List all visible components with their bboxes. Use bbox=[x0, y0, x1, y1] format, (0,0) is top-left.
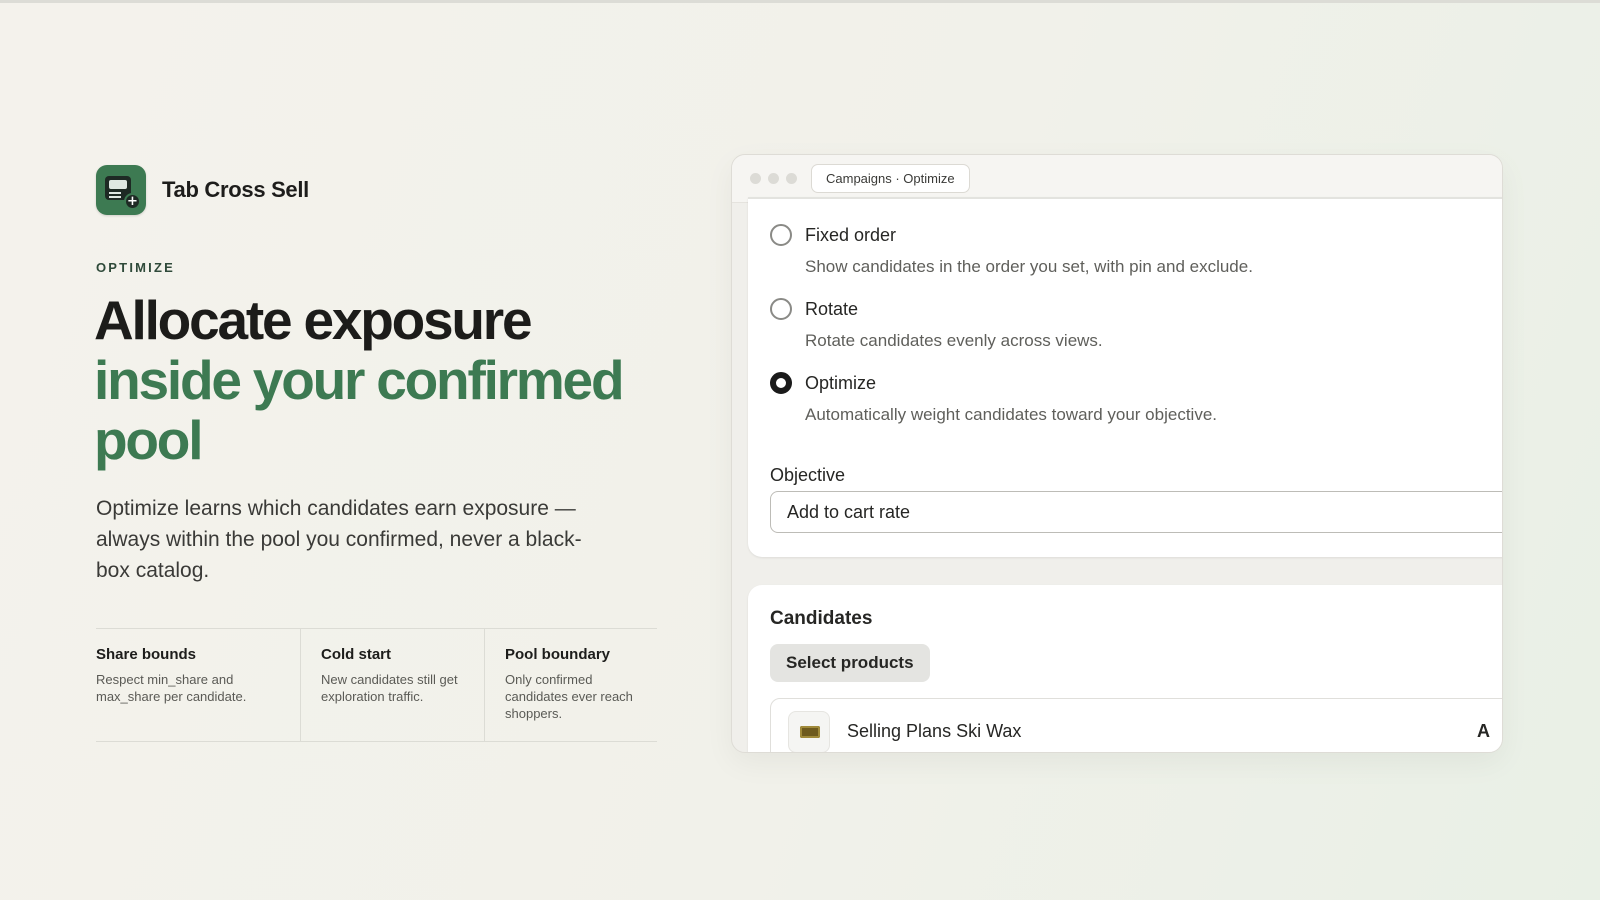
top-border bbox=[0, 0, 1600, 3]
product-thumbnail bbox=[788, 711, 830, 752]
brand: + Tab Cross Sell bbox=[96, 165, 309, 215]
radio-button[interactable] bbox=[770, 224, 792, 246]
app-cross-sell-icon: + bbox=[96, 165, 146, 215]
address-pill: Campaigns · Optimize bbox=[811, 164, 970, 193]
option-help: Show candidates in the order you set, wi… bbox=[805, 257, 1253, 276]
app-window: Campaigns · Optimize Fixed order Show ca… bbox=[731, 154, 1503, 753]
window-control-dot[interactable] bbox=[786, 173, 797, 184]
option-label: Rotate bbox=[805, 298, 859, 319]
headline-line-2: inside your confirmed bbox=[94, 349, 625, 411]
feature-text: Only confirmed candidates ever reach sho… bbox=[505, 672, 633, 721]
strategy-card: Fixed order Show candidates in the order… bbox=[748, 197, 1502, 557]
window-control-dot[interactable] bbox=[750, 173, 761, 184]
objective-select[interactable]: Add to cart rate bbox=[770, 491, 1502, 533]
option-label: Optimize bbox=[805, 372, 877, 393]
product-action[interactable]: A bbox=[1477, 721, 1490, 742]
option-rotate[interactable]: Rotate bbox=[770, 298, 858, 320]
select-products-button[interactable]: Select products bbox=[770, 644, 930, 682]
headline: Allocate exposure inside your confirmed … bbox=[94, 290, 674, 470]
product-row[interactable]: Selling Plans Ski Wax A bbox=[770, 698, 1502, 752]
window-titlebar: Campaigns · Optimize bbox=[732, 155, 1502, 203]
radio-button-selected[interactable] bbox=[770, 372, 792, 394]
radio-button[interactable] bbox=[770, 298, 792, 320]
option-help: Rotate candidates evenly across views. bbox=[805, 331, 1103, 350]
window-control-dot[interactable] bbox=[768, 173, 779, 184]
option-fixed-order[interactable]: Fixed order bbox=[770, 224, 896, 246]
headline-line-1: Allocate exposure bbox=[94, 289, 533, 351]
option-label: Fixed order bbox=[805, 224, 897, 245]
feature-text: Respect min_share and max_share per cand… bbox=[96, 672, 247, 704]
feature-text: New candidates still get exploration tra… bbox=[321, 672, 458, 704]
candidates-card: Candidates Select products Selling Plans… bbox=[748, 585, 1502, 752]
app-name: Tab Cross Sell bbox=[162, 177, 309, 202]
feature-title: Pool boundary bbox=[505, 646, 610, 663]
feature-title: Share bounds bbox=[96, 646, 197, 663]
feature-share-bounds: Share bounds Respect min_share and max_s… bbox=[96, 629, 300, 741]
feature-list: Share bounds Respect min_share and max_s… bbox=[96, 628, 657, 742]
lede-paragraph: Optimize learns which candidates earn ex… bbox=[96, 497, 582, 582]
option-optimize[interactable]: Optimize bbox=[770, 372, 876, 394]
option-help: Automatically weight candidates toward y… bbox=[805, 405, 1217, 424]
feature-title: Cold start bbox=[321, 646, 392, 663]
feature-pool-boundary: Pool boundary Only confirmed candidates … bbox=[484, 629, 657, 741]
candidates-title: Candidates bbox=[770, 608, 873, 629]
objective-label: Objective bbox=[770, 465, 846, 485]
product-name: Selling Plans Ski Wax bbox=[847, 721, 1022, 741]
section-eyebrow: OPTIMIZE bbox=[96, 260, 175, 275]
headline-line-3: pool bbox=[94, 409, 203, 471]
feature-cold-start: Cold start New candidates still get expl… bbox=[300, 629, 484, 741]
